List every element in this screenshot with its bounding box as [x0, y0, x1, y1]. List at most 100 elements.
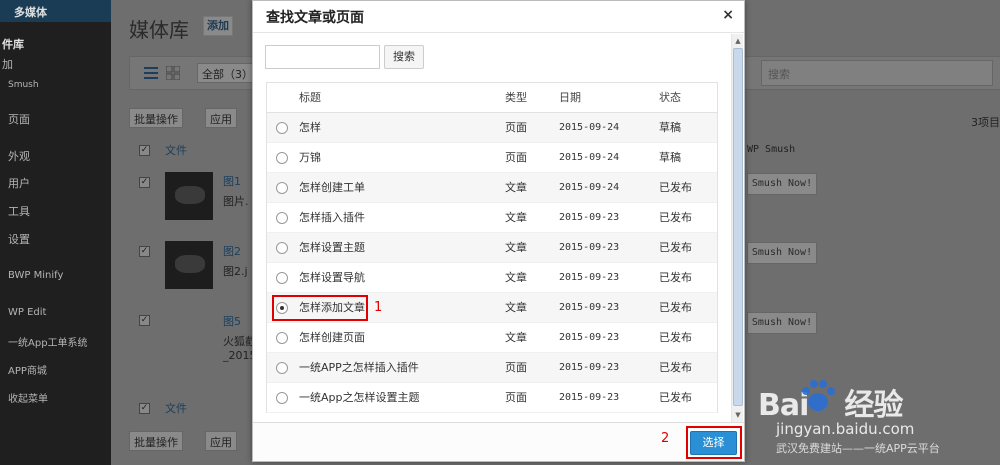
row-radio-button[interactable]: [276, 332, 288, 344]
list-view-icon[interactable]: [144, 66, 158, 80]
scroll-down-icon[interactable]: ▼: [733, 410, 743, 420]
scroll-up-icon[interactable]: ▲: [733, 36, 743, 46]
paw-logo-icon: [802, 380, 835, 411]
apply-button-bottom[interactable]: 应用: [205, 431, 237, 451]
row-radio-button[interactable]: [276, 272, 288, 284]
sidebar-item-smush[interactable]: Smush: [8, 80, 39, 90]
row-date: 2015-09-23: [559, 272, 620, 283]
file-title-link[interactable]: 图5: [223, 313, 241, 329]
close-icon[interactable]: ×: [722, 7, 734, 23]
sidebar-item-collapse[interactable]: 收起菜单: [8, 390, 48, 405]
thumbnail-image[interactable]: [165, 241, 213, 289]
row-title: 一统APP之怎样插入插件: [299, 361, 419, 374]
row-status: 草稿: [659, 151, 681, 164]
grid-view-icon[interactable]: [166, 66, 180, 80]
row-checkbox[interactable]: ✓: [139, 315, 150, 326]
row-radio-button[interactable]: [276, 152, 288, 164]
select-button[interactable]: 选择: [690, 431, 737, 455]
sidebar-item-settings[interactable]: 设置: [8, 231, 30, 247]
sidebar-item-add[interactable]: 加: [2, 56, 13, 72]
row-title: 怎样: [299, 121, 321, 134]
row-radio-button[interactable]: [276, 182, 288, 194]
smush-now-button[interactable]: Smush Now!: [747, 242, 817, 264]
sidebar-item-pages[interactable]: 页面: [8, 111, 30, 127]
table-row[interactable]: 怎样插入插件 文章 2015-09-23 已发布: [267, 203, 717, 233]
row-date: 2015-09-23: [559, 242, 620, 253]
row-radio-button[interactable]: [276, 392, 288, 404]
annotation-number-2: 2: [661, 431, 670, 446]
sidebar-item-media[interactable]: 多媒体: [14, 4, 47, 20]
row-type: 文章: [505, 211, 527, 224]
file-title-link[interactable]: 图2: [223, 243, 241, 259]
row-type: 文章: [505, 181, 527, 194]
sidebar-item-users[interactable]: 用户: [8, 175, 30, 191]
file-column-footer[interactable]: 文件: [165, 400, 187, 416]
table-row[interactable]: 怎样 页面 2015-09-24 草稿: [267, 113, 717, 143]
row-date: 2015-09-24: [559, 152, 620, 163]
file-title-link[interactable]: 图1: [223, 173, 241, 189]
row-title: 怎样创建工单: [299, 181, 365, 194]
file-column-header[interactable]: 文件: [165, 142, 187, 158]
dialog-header: 查找文章或页面 ×: [253, 1, 744, 33]
select-all-checkbox-bottom[interactable]: ✓: [139, 403, 150, 414]
row-status: 已发布: [659, 361, 692, 374]
sidebar-item-app-store[interactable]: APP商城: [8, 362, 47, 377]
row-type: 文章: [505, 271, 527, 284]
watermark-url: jingyan.baidu.com: [776, 420, 915, 438]
row-type: 文章: [505, 331, 527, 344]
row-date: 2015-09-23: [559, 332, 620, 343]
search-input[interactable]: [265, 45, 380, 69]
sidebar-item-wp-edit[interactable]: WP Edit: [8, 307, 46, 318]
page-title: 媒体库: [129, 18, 189, 42]
row-radio-button[interactable]: [276, 242, 288, 254]
media-search-input[interactable]: 搜索: [761, 60, 993, 86]
find-post-dialog: 查找文章或页面 × 搜索 标题 类型 日期 状态 怎样 页面 2015-09-24 草…: [252, 0, 745, 462]
dialog-title: 查找文章或页面: [266, 10, 364, 26]
sidebar-item-library[interactable]: 件库: [2, 36, 24, 52]
watermark-subtitle: 武汉免费建站——一统APP云平台: [776, 442, 940, 455]
add-media-button[interactable]: 添加: [203, 16, 233, 36]
row-type: 页面: [505, 391, 527, 404]
filter-select[interactable]: 全部（3）: [197, 63, 258, 83]
table-row[interactable]: 怎样设置导航 文章 2015-09-23 已发布: [267, 263, 717, 293]
row-type: 页面: [505, 361, 527, 374]
table-row[interactable]: 怎样设置主题 文章 2015-09-23 已发布: [267, 233, 717, 263]
column-header-date: 日期: [559, 91, 581, 104]
row-status: 已发布: [659, 241, 692, 254]
table-row[interactable]: 一统APP之怎样插入插件 页面 2015-09-23 已发布: [267, 353, 717, 383]
file-name: 图片.: [223, 195, 249, 208]
column-header-title: 标题: [299, 91, 321, 104]
bulk-actions-select-bottom[interactable]: 批量操作: [129, 431, 183, 451]
scroll-thumb[interactable]: [733, 48, 743, 406]
row-radio-button[interactable]: [276, 362, 288, 374]
sidebar-item-bwp-minify[interactable]: BWP Minify: [8, 270, 63, 281]
row-checkbox[interactable]: ✓: [139, 246, 150, 257]
apply-button[interactable]: 应用: [205, 108, 237, 128]
sidebar-item-tools[interactable]: 工具: [8, 203, 30, 219]
dialog-footer: [253, 422, 744, 461]
table-row[interactable]: 一统App之怎样设置主题 页面 2015-09-23 已发布: [267, 383, 717, 413]
table-row[interactable]: 怎样创建页面 文章 2015-09-23 已发布: [267, 323, 717, 353]
row-type: 页面: [505, 151, 527, 164]
items-count: 3项目: [971, 116, 1000, 129]
table-row[interactable]: 怎样创建工单 文章 2015-09-24 已发布: [267, 173, 717, 203]
sidebar-item-appearance[interactable]: 外观: [8, 148, 30, 164]
row-radio-button[interactable]: [276, 212, 288, 224]
row-checkbox[interactable]: ✓: [139, 177, 150, 188]
column-header-type: 类型: [505, 91, 527, 104]
dialog-scrollbar[interactable]: ▲ ▼: [731, 34, 743, 422]
row-radio-button[interactable]: [276, 122, 288, 134]
row-title: 怎样设置导航: [299, 271, 365, 284]
select-all-checkbox[interactable]: ✓: [139, 145, 150, 156]
row-type: 文章: [505, 241, 527, 254]
sidebar-item-ticket-system[interactable]: 一统App工单系统: [8, 334, 88, 349]
search-button[interactable]: 搜索: [384, 45, 424, 69]
row-status: 草稿: [659, 121, 681, 134]
smush-now-button[interactable]: Smush Now!: [747, 173, 817, 195]
row-date: 2015-09-24: [559, 122, 620, 133]
dialog-body: 搜索 标题 类型 日期 状态 怎样 页面 2015-09-24 草稿 万锦 页面 2015-…: [253, 34, 744, 422]
bulk-actions-select[interactable]: 批量操作: [129, 108, 183, 128]
thumbnail-image[interactable]: [165, 172, 213, 220]
table-row[interactable]: 万锦 页面 2015-09-24 草稿: [267, 143, 717, 173]
smush-now-button[interactable]: Smush Now!: [747, 312, 817, 334]
